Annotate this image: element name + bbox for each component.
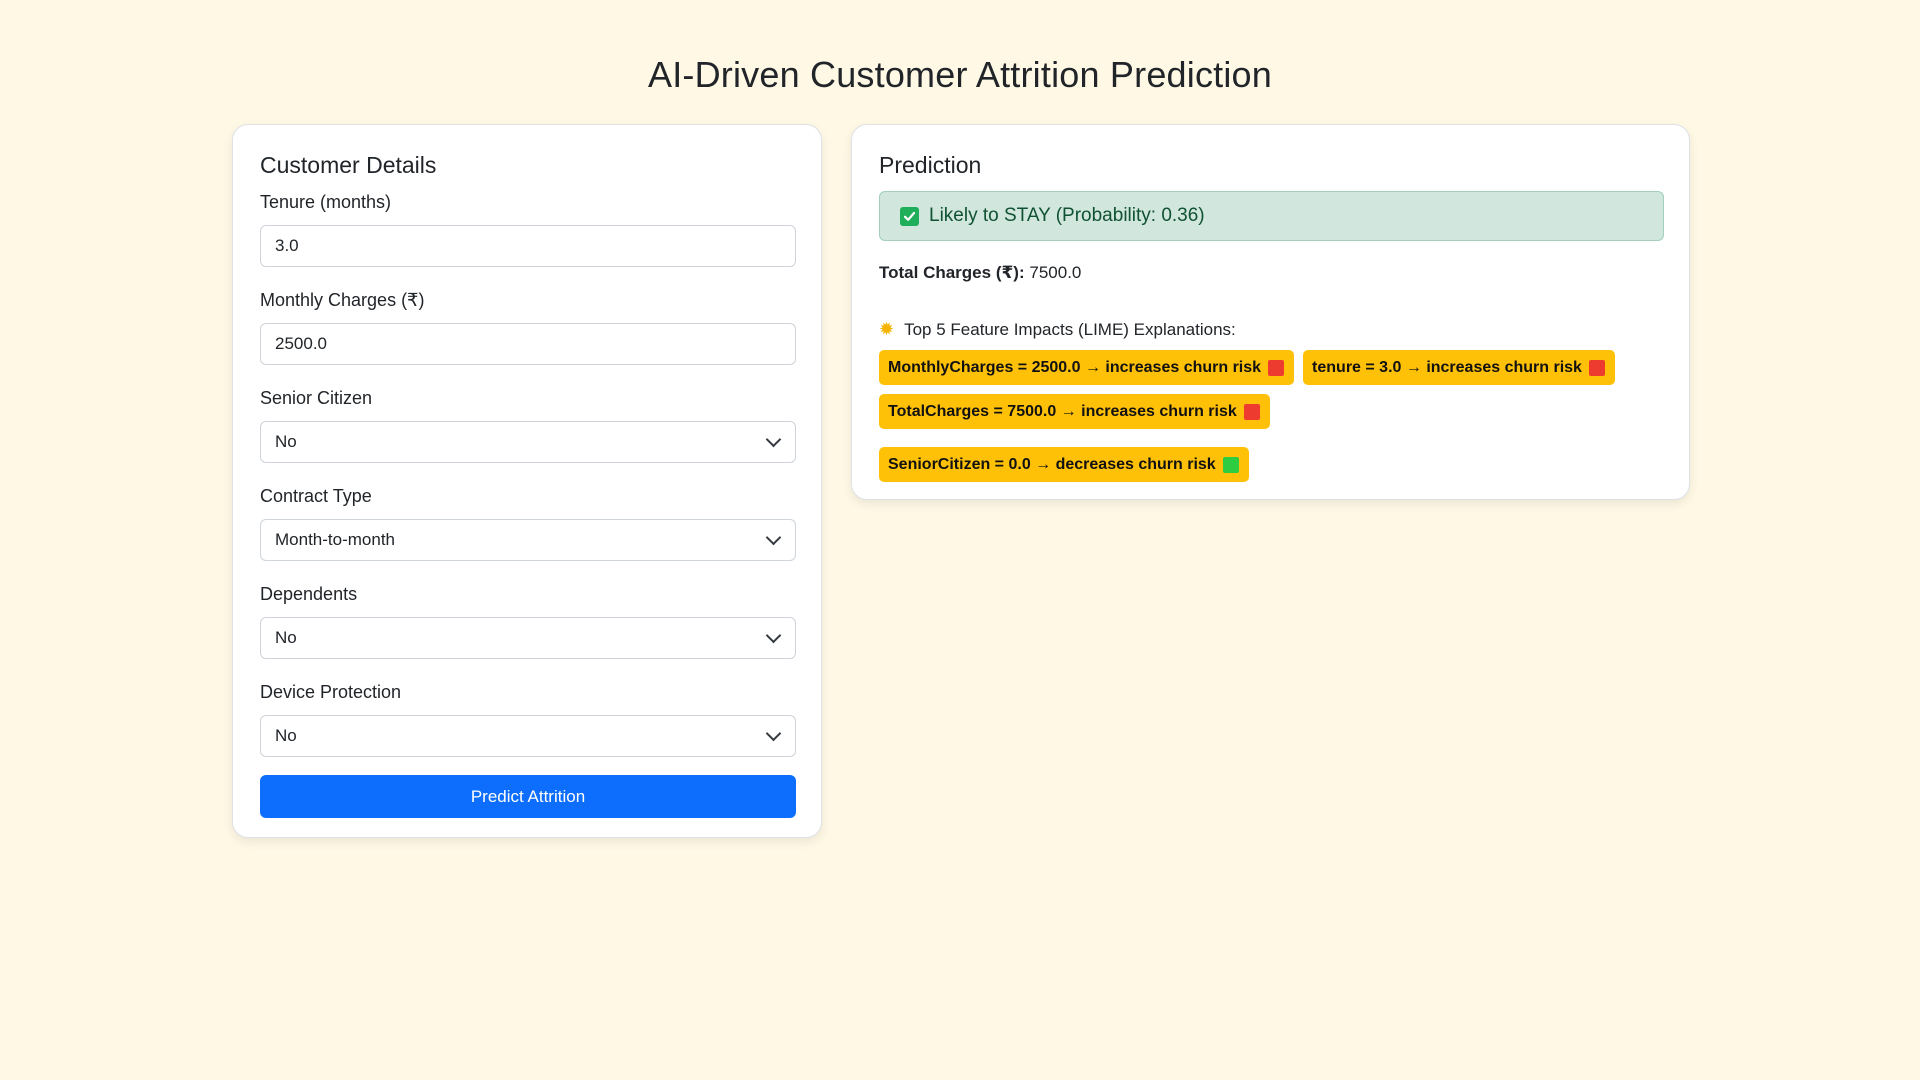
explanation-text: tenure = 3.0 → increases churn risk: [1312, 358, 1582, 376]
device-protection-label: Device Protection: [260, 682, 402, 702]
total-charges-line: Total Charges (₹): 7500.0: [879, 263, 1662, 283]
prediction-result-alert: Likely to STAY (Probability: 0.36): [879, 191, 1664, 241]
explanation-badge: TotalCharges = 7500.0 → increases churn …: [879, 394, 1270, 429]
senior-citizen-label: Senior Citizen: [260, 388, 373, 408]
chevron-down-icon: [765, 431, 782, 448]
contract-type-group: Contract Type Month-to-month: [260, 485, 796, 561]
total-charges-value: 7500.0: [1029, 263, 1082, 282]
green-square-icon: [1222, 456, 1239, 473]
prediction-result-text: Likely to STAY (Probability: 0.36): [929, 205, 1205, 226]
red-square-icon: [1588, 359, 1605, 376]
dependents-group: Dependents No: [260, 583, 796, 659]
device-protection-select[interactable]: No: [260, 715, 796, 757]
contract-type-value: Month-to-month: [275, 530, 395, 549]
monthly-charges-input[interactable]: 2500.0: [260, 323, 796, 365]
prediction-card: Prediction Likely to STAY (Probability: …: [851, 124, 1690, 500]
red-square-icon: [1268, 359, 1285, 376]
explanation-badge: MonthlyCharges = 2500.0 → increases chur…: [879, 350, 1295, 385]
explanations-list: MonthlyCharges = 2500.0 → increases chur…: [879, 350, 1669, 482]
chevron-down-icon: [765, 529, 782, 546]
customer-details-card: Customer Details Tenure (months) 3.0 Mon…: [232, 124, 822, 838]
senior-citizen-select[interactable]: No: [260, 421, 796, 463]
senior-citizen-group: Senior Citizen No: [260, 387, 796, 463]
tenure-input[interactable]: 3.0: [260, 225, 796, 267]
prediction-title: Prediction: [879, 152, 982, 178]
dependents-select[interactable]: No: [260, 617, 796, 659]
tenure-group: Tenure (months) 3.0: [260, 191, 796, 267]
senior-citizen-value: No: [275, 432, 297, 451]
page-title: AI-Driven Customer Attrition Prediction: [647, 54, 1273, 95]
sun-icon: ✹: [879, 319, 895, 339]
total-charges-label: Total Charges (₹):: [879, 263, 1025, 282]
device-protection-value: No: [275, 726, 297, 745]
explanation-badge: SeniorCitizen = 0.0 → decreases churn ri…: [879, 447, 1249, 482]
device-protection-group: Device Protection No: [260, 681, 796, 757]
explanation-text: TotalCharges = 7500.0 → increases churn …: [888, 402, 1237, 420]
explanation-text: SeniorCitizen = 0.0 → decreases churn ri…: [888, 455, 1216, 473]
red-square-icon: [1243, 403, 1260, 420]
monthly-charges-group: Monthly Charges (₹) 2500.0: [260, 289, 796, 365]
explanations-title: Top 5 Feature Impacts (LIME) Explanation…: [904, 319, 1236, 339]
predict-attrition-button[interactable]: Predict Attrition: [260, 775, 796, 818]
explanation-badge: tenure = 3.0 → increases churn risk: [1303, 350, 1615, 385]
tenure-label: Tenure (months): [260, 192, 392, 212]
explanations-heading: ✹ Top 5 Feature Impacts (LIME) Explanati…: [879, 319, 1662, 340]
dependents-label: Dependents: [260, 584, 358, 604]
customer-details-title: Customer Details: [260, 152, 437, 178]
explanation-text: MonthlyCharges = 2500.0 → increases chur…: [888, 358, 1262, 376]
chevron-down-icon: [765, 725, 782, 742]
contract-type-label: Contract Type: [260, 486, 372, 506]
chevron-down-icon: [765, 627, 782, 644]
contract-type-select[interactable]: Month-to-month: [260, 519, 796, 561]
check-icon: [900, 206, 919, 226]
dependents-value: No: [275, 628, 297, 647]
monthly-charges-label: Monthly Charges (₹): [260, 290, 425, 310]
